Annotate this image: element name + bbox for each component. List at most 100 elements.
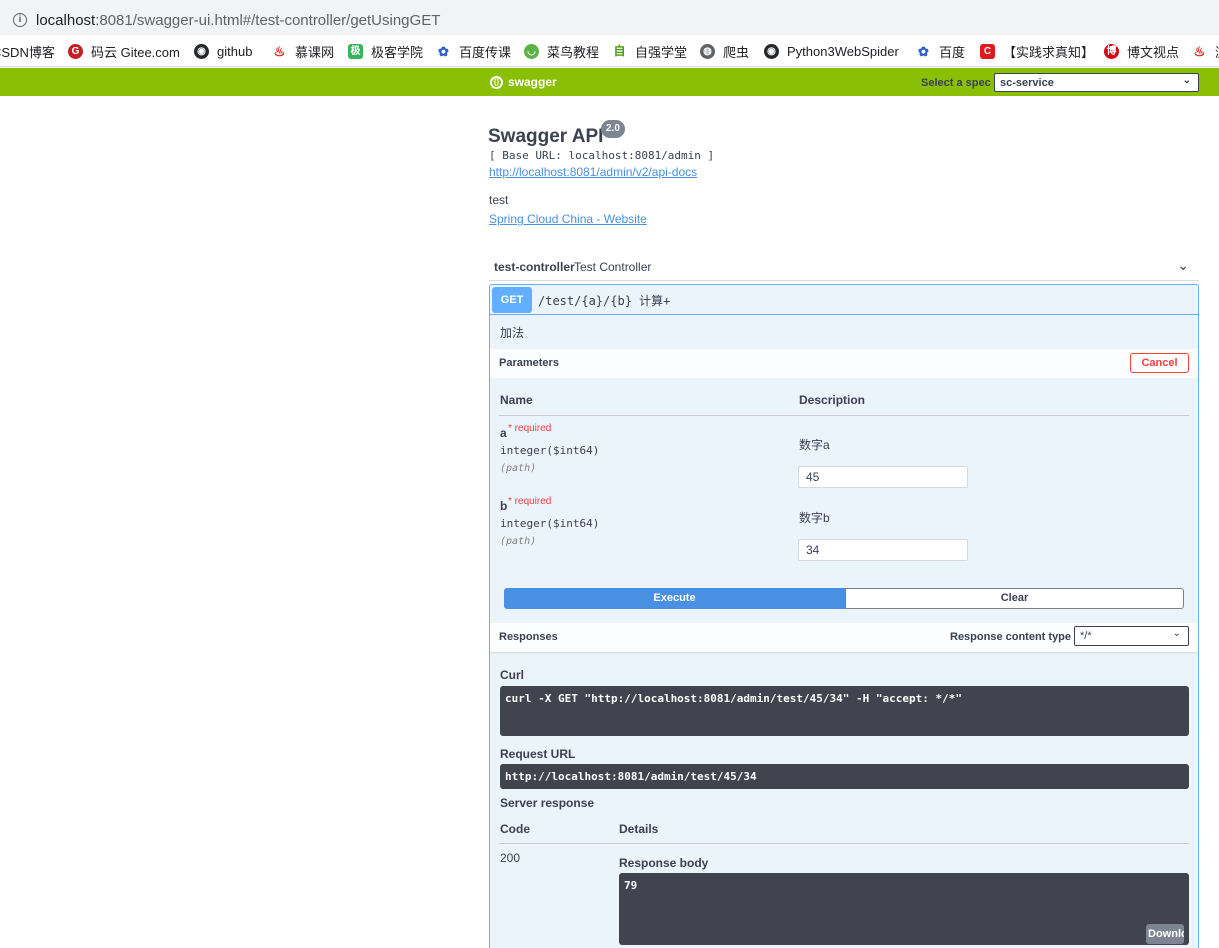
bookmark-label: CSDN博客 bbox=[0, 44, 55, 60]
spec-select-value: sc-service bbox=[1000, 77, 1054, 89]
divider bbox=[499, 415, 1189, 416]
bookmark-label: Python3WebSpider bbox=[787, 43, 899, 59]
bookmark-jikexueyuan[interactable]: 极极客学院 bbox=[348, 42, 423, 60]
bookmark-ziqiang[interactable]: 自自强学堂 bbox=[612, 42, 687, 60]
bookmark-github[interactable]: ◉ github bbox=[194, 42, 252, 60]
download-button[interactable]: Download bbox=[1146, 924, 1184, 944]
responses-header: Responses Response content type */* ⌄ bbox=[490, 623, 1198, 652]
bookmark-runoob[interactable]: ◡ 菜鸟教程 bbox=[524, 42, 599, 60]
content-type-label: Response content type bbox=[950, 631, 1072, 643]
runoob-icon: ◡ bbox=[524, 43, 539, 59]
bookmark-python3webspider[interactable]: ◉ Python3WebSpider bbox=[764, 42, 899, 60]
website-link[interactable]: Spring Cloud China - Website bbox=[489, 212, 647, 226]
bookmark-label: 慕课网 bbox=[295, 44, 335, 60]
operation-block: GET /test/{a}/{b} 计算+ 加法 Parameters Canc… bbox=[489, 284, 1199, 948]
url-host: localhost bbox=[36, 12, 96, 29]
required-marker: * required bbox=[508, 423, 552, 434]
spec-select[interactable]: sc-service ⌄ bbox=[994, 73, 1199, 92]
request-url-label: Request URL bbox=[500, 747, 576, 761]
flame-icon: ♨ bbox=[1193, 43, 1206, 59]
bookmark-label: 百度 bbox=[939, 44, 966, 60]
parameters-title: Parameters bbox=[499, 357, 559, 369]
bookmark-gitee[interactable]: G 码云 Gitee.com bbox=[68, 42, 180, 60]
address-bar[interactable]: i localhost:8081/swagger-ui.html#/test-c… bbox=[3, 4, 1216, 30]
content-type-select[interactable]: */* ⌄ bbox=[1074, 626, 1189, 646]
bookmark-label: 爬虫 bbox=[723, 44, 750, 60]
swagger-logo[interactable]: {} swagger bbox=[490, 75, 557, 89]
bookmark-label: 码云 Gitee.com bbox=[91, 44, 180, 60]
bookmark-label: github bbox=[217, 43, 253, 59]
responses-title: Responses bbox=[499, 631, 558, 643]
content-type-value: */* bbox=[1080, 630, 1092, 642]
param-description: 数字b bbox=[799, 511, 830, 525]
method-badge: GET bbox=[492, 287, 532, 313]
version-badge: 2.0 bbox=[601, 120, 625, 138]
bowen-icon: 博 bbox=[1104, 43, 1119, 59]
curl-command[interactable]: curl -X GET "http://localhost:8081/admin… bbox=[500, 686, 1189, 736]
jikexueyuan-icon: 极 bbox=[348, 43, 363, 59]
param-description: 数字a bbox=[799, 438, 830, 452]
parameters-header: Parameters Cancel bbox=[490, 349, 1198, 378]
browser-url-bar: i localhost:8081/swagger-ui.html#/test-c… bbox=[0, 0, 1219, 35]
cancel-button[interactable]: Cancel bbox=[1130, 353, 1189, 373]
bookmark-label: 浏 bbox=[1215, 42, 1219, 61]
base-url: [ Base URL: localhost:8081/admin ] bbox=[489, 149, 715, 162]
clear-button[interactable]: Clear bbox=[845, 588, 1184, 609]
bookmark-baidu[interactable]: ✿ 百度 bbox=[916, 42, 965, 60]
info-icon[interactable]: i bbox=[13, 13, 27, 27]
bookmark-spider[interactable]: ◍ 爬虫 bbox=[700, 42, 749, 60]
curl-label: Curl bbox=[500, 668, 524, 682]
tag-name: test-controller bbox=[494, 260, 575, 274]
url-text[interactable]: localhost:8081/swagger-ui.html#/test-con… bbox=[36, 12, 440, 29]
col-header-description: Description bbox=[799, 393, 866, 407]
col-header-name: Name bbox=[500, 393, 533, 407]
c-logo-icon: C bbox=[980, 43, 995, 59]
api-title: Swagger API bbox=[488, 126, 604, 147]
operation-summary[interactable]: GET /test/{a}/{b} 计算+ bbox=[490, 285, 1198, 315]
flame-icon: ♨ bbox=[273, 43, 286, 59]
chevron-down-icon[interactable]: ⌄ bbox=[1177, 257, 1189, 274]
baidu-paw-icon: ✿ bbox=[438, 43, 449, 59]
response-body-label: Response body bbox=[619, 856, 709, 870]
bookmark-label: 自强学堂 bbox=[635, 44, 688, 60]
param-name: a bbox=[500, 426, 507, 440]
request-url[interactable]: http://localhost:8081/admin/test/45/34 bbox=[500, 764, 1189, 789]
tag-description: Test Controller bbox=[574, 260, 652, 274]
response-body[interactable]: 79 bbox=[619, 873, 1189, 945]
bookmark-baidu-chuanke[interactable]: ✿ 百度传课 bbox=[436, 42, 511, 60]
bookmark-imooc[interactable]: ♨ 慕课网 bbox=[272, 42, 334, 60]
bookmark-label: 博文视点 bbox=[1127, 44, 1180, 60]
bookmark-label: 极客学院 bbox=[371, 44, 424, 60]
required-marker: * required bbox=[508, 496, 552, 507]
chevron-down-icon: ⌄ bbox=[1182, 75, 1191, 86]
bookmark-label: 百度传课 bbox=[459, 44, 512, 60]
tag-test-controller[interactable]: test-controller Test Controller ⌄ bbox=[489, 253, 1199, 281]
globe-icon: ◍ bbox=[700, 43, 715, 59]
param-location: (path) bbox=[500, 463, 537, 474]
github-icon: ◉ bbox=[764, 43, 779, 59]
response-code: 200 bbox=[500, 851, 521, 865]
param-location: (path) bbox=[500, 536, 537, 547]
param-b-input[interactable] bbox=[798, 539, 968, 561]
execute-button[interactable]: Execute bbox=[504, 588, 845, 609]
operation-path: /test/{a}/{b} 计算+ bbox=[538, 294, 671, 308]
server-response-label: Server response bbox=[500, 796, 595, 810]
bookmark-bowen[interactable]: 博博文视点 bbox=[1104, 42, 1179, 60]
bookmark-label: 【实践求真知】 bbox=[1003, 44, 1095, 60]
required-label: required bbox=[514, 496, 552, 507]
operation-description: 加法 bbox=[500, 326, 525, 340]
required-label: required bbox=[514, 423, 552, 434]
param-type: integer($int64) bbox=[500, 517, 600, 530]
bookmark-more[interactable]: ♨浏 bbox=[1192, 42, 1219, 60]
swagger-logo-icon: {} bbox=[490, 75, 503, 89]
ziqiang-icon: 自 bbox=[613, 43, 626, 58]
baidu-paw-icon: ✿ bbox=[918, 43, 929, 59]
param-name: b bbox=[500, 499, 508, 513]
github-icon: ◉ bbox=[194, 43, 209, 59]
divider bbox=[499, 843, 1189, 844]
param-a-input[interactable] bbox=[798, 466, 968, 488]
api-docs-link[interactable]: http://localhost:8081/admin/v2/api-docs bbox=[489, 165, 697, 179]
bookmark-csdn[interactable]: CSDN博客 bbox=[0, 42, 55, 60]
bookmark-shijian[interactable]: C 【实践求真知】 bbox=[980, 42, 1094, 60]
swagger-logo-text: swagger bbox=[508, 75, 557, 89]
